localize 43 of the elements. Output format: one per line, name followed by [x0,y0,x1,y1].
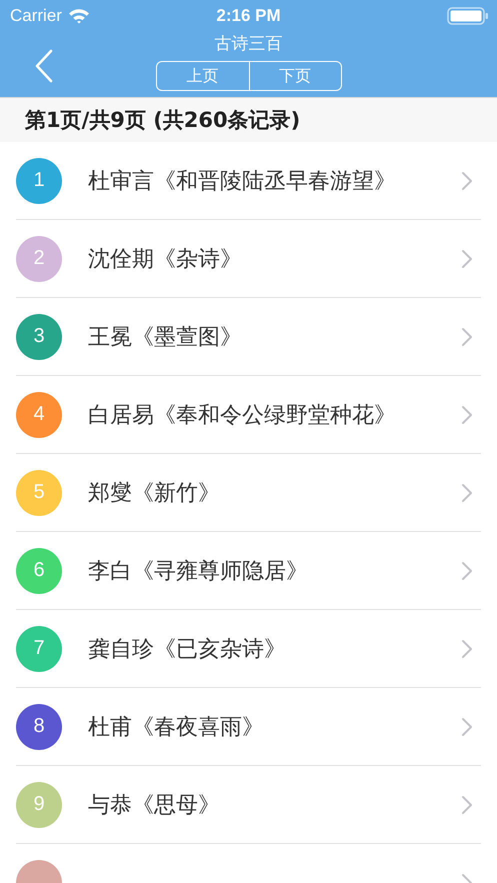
poem-title: 杜甫《春夜喜雨》 [88,714,265,742]
carrier-label: Carrier [10,6,62,26]
poem-list-item[interactable]: 9 与恭《思母》 [16,766,481,844]
number-circle: 6 [16,548,62,594]
number-circle: 5 [16,470,62,516]
poem-list-item[interactable]: 4 白居易《奉和令公绿野堂种花》 [16,376,481,454]
chevron-icon [461,248,473,268]
chevron-icon [461,170,473,190]
number-circle: 4 [16,392,62,438]
poem-title: 王冕《墨萱图》 [88,324,243,352]
nav-title: 古诗三百 [214,33,282,56]
poem-list-item[interactable]: 5 郑燮《新竹》 [16,454,481,532]
number-circle: 3 [16,314,62,360]
number-circle: 7 [16,626,62,672]
poem-list-item[interactable]: 1 杜审言《和晋陵陆丞早春游望》 [16,142,481,220]
battery-icon [447,7,489,25]
poem-title: 沈佺期《杂诗》 [88,246,243,274]
poem-title: 杜审言《和晋陵陆丞早春游望》 [88,168,397,196]
chevron-icon [461,326,473,346]
status-time: 2:16 PM [216,6,281,26]
poem-title: 与恭《思母》 [88,792,221,820]
poem-list-item[interactable]: 6 李白《寻雍尊师隐居》 [16,532,481,610]
back-icon[interactable] [34,49,54,83]
poem-list-item[interactable]: 8 杜甫《春夜喜雨》 [16,688,481,766]
poem-title: 李白《寻雍尊师隐居》 [88,558,309,586]
page-summary: 第1页/共9页 (共260条记录) [25,107,300,134]
poem-title: 龚自珍《已亥杂诗》 [88,636,287,664]
poem-list-item[interactable]: 3 王冕《墨萱图》 [16,298,481,376]
poem-list-item[interactable]: 2 沈佺期《杂诗》 [16,220,481,298]
chevron-icon [461,560,473,580]
number-circle: 9 [16,782,62,828]
poem-title: 郑燮《新竹》 [88,480,221,508]
chevron-icon [461,638,473,658]
chevron-icon [461,716,473,736]
poem-title: 白居易《奉和令公绿野堂种花》 [88,402,397,430]
chevron-icon [461,794,473,814]
poem-list-item[interactable]: 7 龚自珍《已亥杂诗》 [16,610,481,688]
number-circle: 1 [16,158,62,204]
chevron-icon [461,404,473,424]
wifi-icon [68,8,90,24]
number-circle: 2 [16,236,62,282]
chevron-icon [461,482,473,502]
number-circle: 8 [16,704,62,750]
